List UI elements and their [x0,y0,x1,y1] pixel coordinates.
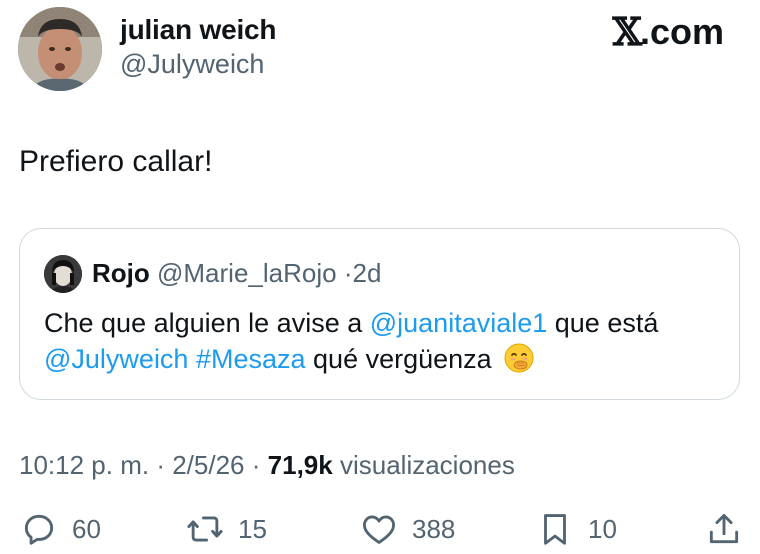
quoted-text-part: que está [547,308,659,338]
bookmark-icon [544,514,566,545]
hashtag-link[interactable]: #Mesaza [196,344,306,374]
retweet-icon [187,516,223,542]
tweet-text: Prefiero callar! [19,145,213,178]
bookmark-count: 10 [588,513,617,544]
quoted-timestamp[interactable]: 2d [352,258,381,288]
quoted-author-name[interactable]: Rojo [92,258,150,288]
quoted-tweet-text: Che que alguien le avise a @juanitaviale… [44,305,724,383]
tweet-date[interactable]: 2/5/26 [172,450,244,480]
x-logo-icon: 𝕏 [612,9,642,54]
retweet-count: 15 [238,513,267,544]
x-brand-logo: 𝕏 .com [612,12,724,52]
bookmark-button[interactable]: 10 [536,510,617,548]
quoted-tweet-card[interactable]: Rojo @Marie_laRojo ·2d Che que alguien l… [19,228,740,400]
reply-count: 60 [72,513,101,544]
views-label: visualizaciones [339,450,515,480]
meta-separator: · [156,450,165,480]
retweet-button[interactable]: 15 [186,510,267,548]
quoted-text-part: qué vergüenza [305,344,492,374]
author-handle[interactable]: @Julyweich [120,48,264,80]
mention-link[interactable]: @Julyweich [44,344,188,374]
mention-link[interactable]: @juanitaviale1 [370,308,548,338]
quoted-author-handle[interactable]: @Marie_laRojo [157,258,337,288]
author-avatar[interactable] [18,7,102,91]
like-count: 388 [412,513,456,544]
author-name[interactable]: julian weich [120,14,277,46]
reply-icon [24,514,54,545]
tweet-action-bar: 60 15 388 10 [0,506,760,554]
views-count: 71,9k [267,450,333,480]
share-button[interactable] [705,510,743,548]
face-with-hand-over-mouth-emoji-icon [503,342,535,383]
reply-button[interactable]: 60 [20,510,101,548]
quoted-text-part: Che que alguien le avise a [44,308,370,338]
quoted-author-avatar[interactable] [44,255,82,293]
tweet-meta: 10:12 p. m. · 2/5/26 · 71,9k visualizaci… [19,448,515,482]
tweet-time[interactable]: 10:12 p. m. [19,450,149,480]
quoted-header: Rojo @Marie_laRojo ·2d [92,256,381,290]
meta-separator: · [251,450,261,480]
heart-icon [363,515,395,544]
like-button[interactable]: 388 [360,510,455,548]
brand-domain: .com [639,11,724,52]
share-icon [709,514,739,544]
